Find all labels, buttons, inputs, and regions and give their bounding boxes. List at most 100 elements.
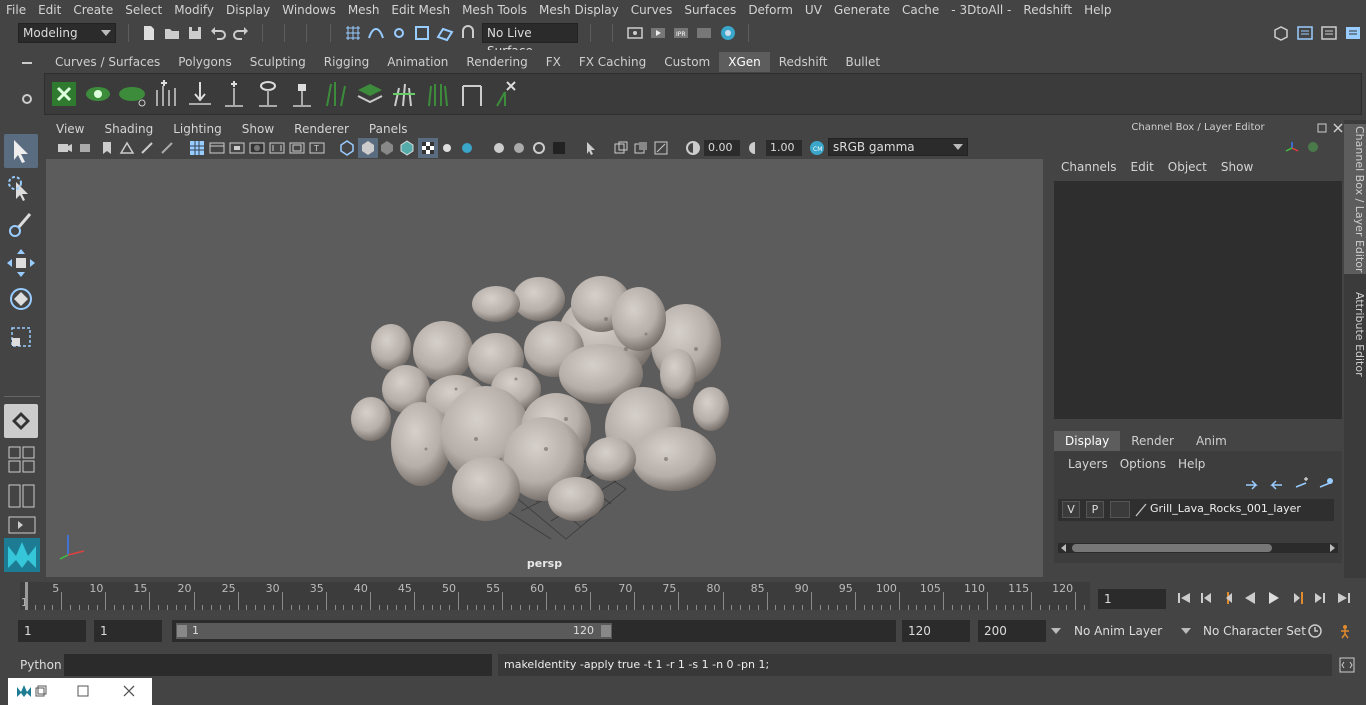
safe-action-icon[interactable] bbox=[288, 139, 306, 157]
scale-tool[interactable] bbox=[4, 320, 38, 354]
current-frame-field[interactable]: 1 bbox=[1098, 589, 1166, 609]
playback-start-field[interactable]: 1 bbox=[94, 620, 162, 642]
channel-menu-show[interactable]: Show bbox=[1214, 160, 1260, 174]
film-gate-icon[interactable] bbox=[208, 139, 226, 157]
new-layer-selected-icon[interactable] bbox=[1318, 477, 1334, 491]
close-panel-icon[interactable] bbox=[1332, 122, 1344, 134]
anim-layer-dropdown-arrow-icon[interactable] bbox=[1050, 626, 1062, 636]
menu-cache[interactable]: Cache bbox=[896, 3, 945, 17]
float-panel-icon[interactable] bbox=[1316, 122, 1328, 134]
shelf-tab-fx-caching[interactable]: FX Caching bbox=[570, 52, 655, 72]
wireframe-on-shaded-icon[interactable] bbox=[398, 139, 416, 157]
menu-windows[interactable]: Windows bbox=[276, 3, 342, 17]
image-plane-icon[interactable] bbox=[118, 139, 136, 157]
shelf-settings-gear-icon[interactable] bbox=[20, 92, 34, 106]
xgen-add-guide-icon[interactable] bbox=[151, 78, 181, 110]
layout-side-view-icon[interactable] bbox=[8, 484, 36, 508]
menu-mesh-tools[interactable]: Mesh Tools bbox=[456, 3, 533, 17]
menu-uv[interactable]: UV bbox=[799, 3, 828, 17]
default-material-icon[interactable] bbox=[378, 139, 396, 157]
toggle-channel-box-icon[interactable] bbox=[1344, 24, 1362, 42]
tab-channel-box-layer-editor[interactable]: Channel Box / Layer Editor bbox=[1344, 124, 1366, 274]
move-layer-down-icon[interactable] bbox=[1268, 477, 1284, 491]
menu-surfaces[interactable]: Surfaces bbox=[678, 3, 742, 17]
range-slider-left-grip[interactable] bbox=[177, 625, 187, 637]
shelf-tab-bullet[interactable]: Bullet bbox=[836, 52, 889, 72]
time-ruler[interactable]: 5 10 15 20 25 30 35 40 45 50 55 60 65 70 75 80 85 90 95 100… bbox=[20, 582, 1090, 610]
play-forward-icon[interactable] bbox=[1266, 590, 1282, 606]
layer-visibility-toggle[interactable]: V bbox=[1062, 501, 1080, 518]
render-current-icon[interactable] bbox=[649, 24, 667, 42]
paint-select-tool[interactable] bbox=[4, 208, 38, 242]
mode-dropdown[interactable]: Modeling bbox=[18, 23, 116, 43]
menu-select[interactable]: Select bbox=[119, 3, 168, 17]
xgen-delete-guide-icon[interactable] bbox=[491, 78, 521, 110]
perspective-viewport[interactable]: persp bbox=[46, 159, 1043, 577]
exposure-icon[interactable] bbox=[684, 139, 702, 157]
shelf-menu-icon[interactable] bbox=[20, 58, 34, 68]
textured-icon[interactable] bbox=[419, 139, 437, 157]
screen-space-ao-icon[interactable] bbox=[490, 139, 508, 157]
toggle-attribute-editor-icon[interactable] bbox=[1296, 24, 1314, 42]
channel-menu-edit[interactable]: Edit bbox=[1124, 160, 1161, 174]
anti-aliasing-icon[interactable] bbox=[530, 139, 548, 157]
viewport-menu-renderer[interactable]: Renderer bbox=[284, 122, 359, 136]
lasso-tool[interactable] bbox=[4, 172, 38, 206]
xgen-guide-cut-icon[interactable] bbox=[457, 78, 487, 110]
field-chart-icon[interactable] bbox=[268, 139, 286, 157]
go-to-end-icon[interactable] bbox=[1336, 590, 1352, 606]
viewport-menu-view[interactable]: View bbox=[46, 122, 94, 136]
use-all-lights-icon[interactable] bbox=[438, 139, 456, 157]
grease-pencil-icon[interactable] bbox=[138, 139, 156, 157]
time-slider[interactable]: 5 10 15 20 25 30 35 40 45 50 55 60 65 70 75 80 85 90 95 100… bbox=[20, 582, 1090, 610]
tab-attribute-editor[interactable]: Attribute Editor bbox=[1344, 284, 1366, 384]
step-back-frame-icon[interactable] bbox=[1220, 590, 1236, 606]
bookmark-icon[interactable] bbox=[98, 139, 116, 157]
xgen-guide-visible-icon[interactable] bbox=[253, 78, 283, 110]
snap-point-icon[interactable] bbox=[390, 24, 408, 42]
xgen-preview-eye-icon[interactable] bbox=[83, 78, 113, 110]
xray-joints-icon[interactable] bbox=[652, 139, 670, 157]
menu-redshift[interactable]: Redshift bbox=[1017, 3, 1078, 17]
character-set-label[interactable]: No Character Set bbox=[1203, 624, 1306, 638]
smooth-shade-icon[interactable] bbox=[359, 139, 377, 157]
manipulator-axis-icon[interactable] bbox=[1284, 140, 1300, 156]
maximize-window-icon[interactable] bbox=[76, 684, 90, 698]
xgen-leaf-icon[interactable] bbox=[117, 78, 147, 110]
save-scene-icon[interactable] bbox=[186, 24, 204, 42]
layer-scrollbar[interactable] bbox=[1058, 543, 1338, 553]
hypershade-icon[interactable] bbox=[719, 24, 737, 42]
range-slider-handle[interactable]: 1 120 bbox=[176, 623, 612, 639]
tab-anim[interactable]: Anim bbox=[1185, 431, 1238, 451]
undo-icon[interactable] bbox=[209, 24, 227, 42]
animation-end-field[interactable]: 200 bbox=[978, 620, 1046, 642]
live-surface-field[interactable]: No Live Surface bbox=[482, 23, 578, 58]
menu-mesh-display[interactable]: Mesh Display bbox=[533, 3, 625, 17]
playback-end-field[interactable]: 120 bbox=[902, 620, 970, 642]
shelf-tab-redshift[interactable]: Redshift bbox=[770, 52, 837, 72]
animation-preferences-icon[interactable] bbox=[1336, 622, 1354, 640]
isolate-select-icon[interactable] bbox=[582, 139, 600, 157]
snap-surface-icon[interactable] bbox=[436, 24, 454, 42]
range-slider-right-grip[interactable] bbox=[601, 625, 611, 637]
open-scene-icon[interactable] bbox=[163, 24, 181, 42]
colorspace-dropdown[interactable]: sRGB gamma bbox=[828, 138, 968, 156]
layer-menu-help[interactable]: Help bbox=[1172, 457, 1211, 471]
step-forward-frame-icon[interactable] bbox=[1290, 590, 1306, 606]
tab-render[interactable]: Render bbox=[1120, 431, 1185, 451]
motion-blur-icon[interactable] bbox=[510, 139, 528, 157]
xgen-grass-icon[interactable] bbox=[321, 78, 351, 110]
channel-sync-icon[interactable] bbox=[1306, 140, 1320, 154]
new-layer-icon[interactable] bbox=[1294, 477, 1310, 491]
color-management-icon[interactable]: CM bbox=[808, 139, 826, 157]
script-editor-icon[interactable] bbox=[1338, 656, 1356, 674]
layer-scrollbar-thumb[interactable] bbox=[1072, 544, 1272, 552]
menu-mesh[interactable]: Mesh bbox=[342, 3, 386, 17]
xgen-comb-icon[interactable] bbox=[389, 78, 419, 110]
menu-modify[interactable]: Modify bbox=[168, 3, 220, 17]
viewport-menu-panels[interactable]: Panels bbox=[359, 122, 418, 136]
xray-icon[interactable] bbox=[612, 139, 630, 157]
select-tool[interactable] bbox=[4, 134, 38, 168]
scroll-right-icon[interactable] bbox=[1328, 544, 1336, 552]
ipr-render-icon[interactable]: IPR bbox=[672, 24, 690, 42]
